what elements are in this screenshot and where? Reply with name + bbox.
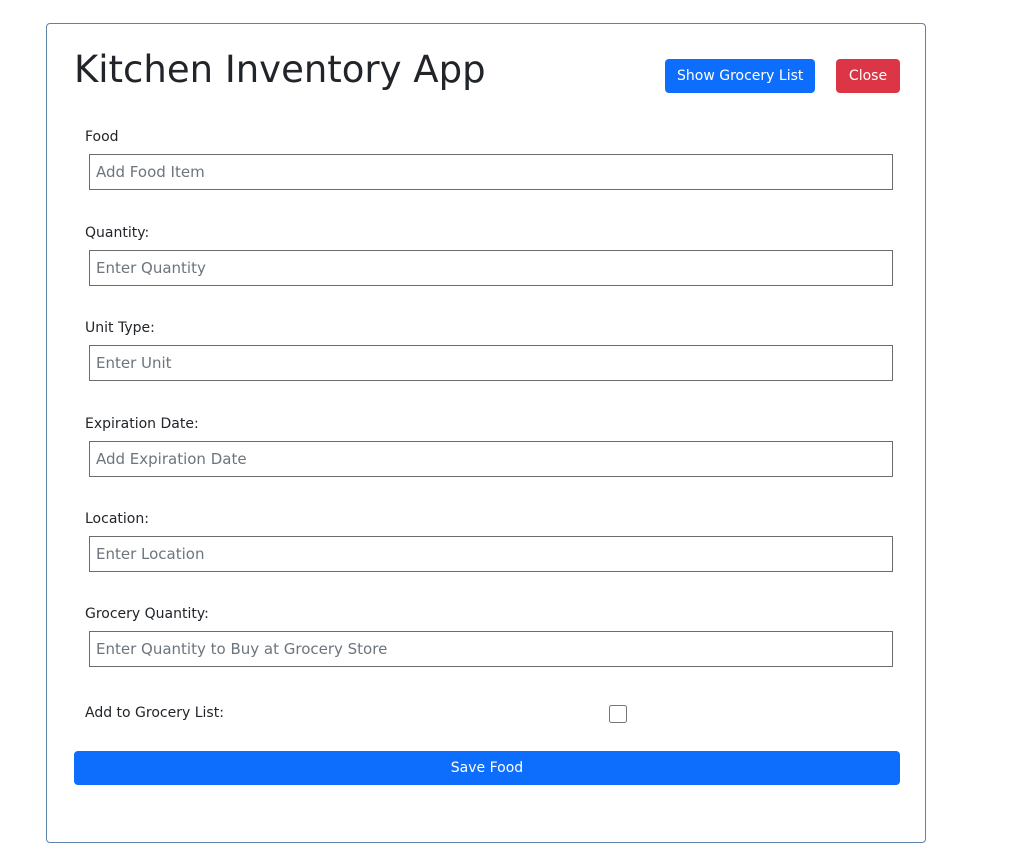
unit-type-label: Unit Type: [85, 320, 155, 336]
save-food-button[interactable]: Save Food [74, 751, 900, 785]
expiration-date-label: Expiration Date: [85, 416, 199, 432]
unit-type-input[interactable] [89, 345, 893, 381]
location-input[interactable] [89, 536, 893, 572]
quantity-label: Quantity: [85, 225, 150, 241]
grocery-quantity-input[interactable] [89, 631, 893, 667]
food-input[interactable] [89, 154, 893, 190]
quantity-input[interactable] [89, 250, 893, 286]
inventory-form-card: Kitchen Inventory App Show Grocery List … [46, 23, 926, 843]
food-label: Food [85, 129, 119, 145]
add-to-grocery-list-label: Add to Grocery List: [85, 705, 224, 721]
show-grocery-list-button[interactable]: Show Grocery List [665, 59, 815, 93]
expiration-date-input[interactable] [89, 441, 893, 477]
location-label: Location: [85, 511, 149, 527]
page-title: Kitchen Inventory App [74, 48, 486, 91]
add-to-grocery-list-checkbox[interactable] [609, 705, 627, 723]
grocery-quantity-label: Grocery Quantity: [85, 606, 209, 622]
close-button[interactable]: Close [836, 59, 900, 93]
